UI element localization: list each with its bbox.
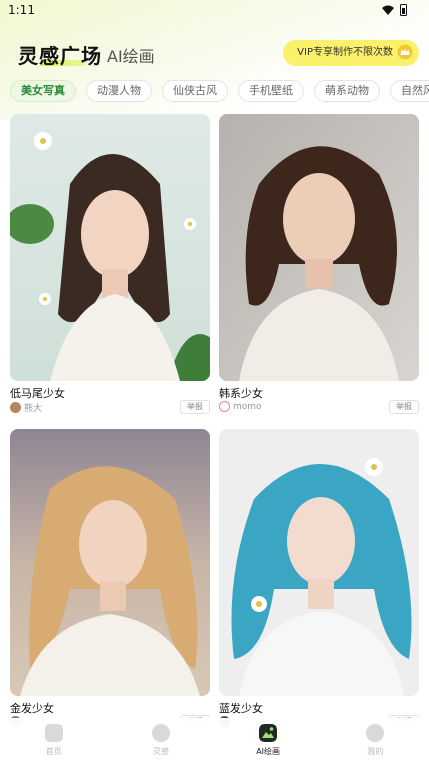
tab-ai-painting[interactable]: AI绘画 — [107, 43, 155, 67]
status-icons — [382, 4, 407, 16]
chip-xianxia-ancient[interactable]: 仙侠古风 — [162, 80, 228, 102]
chip-nature-scenery[interactable]: 自然风景 — [390, 80, 429, 102]
avatar — [219, 401, 230, 412]
bottom-navigation: 首页 灵感 AI绘画 我的 — [0, 718, 429, 764]
chip-cute-animals[interactable]: 萌系动物 — [314, 80, 380, 102]
status-time: 1:11 — [8, 3, 35, 17]
card-title: 低马尾少女 — [10, 387, 65, 400]
chip-anime-characters[interactable]: 动漫人物 — [86, 80, 152, 102]
page-title[interactable]: 灵感广场 — [18, 40, 102, 69]
report-button[interactable]: 举报 — [180, 400, 210, 414]
nav-home[interactable]: 首页 — [19, 718, 89, 764]
avatar — [10, 402, 21, 413]
card-title: 蓝发少女 — [219, 702, 263, 715]
status-bar: 1:11 — [0, 0, 429, 22]
crown-icon — [397, 44, 413, 60]
ai-painting-icon — [259, 724, 278, 742]
nav-ai-painting[interactable]: AI绘画 — [233, 718, 303, 764]
nav-label: 首页 — [45, 747, 62, 756]
vip-banner-label: VIP专享制作不限次数 — [297, 47, 393, 58]
card-author: momo — [219, 401, 262, 412]
artwork-image[interactable] — [10, 114, 210, 381]
nav-inspiration[interactable]: 灵感 — [126, 718, 196, 764]
card-title: 韩系少女 — [219, 387, 263, 400]
nav-label: 我的 — [367, 747, 384, 756]
card-title: 金发少女 — [10, 702, 54, 715]
nav-profile[interactable]: 我的 — [340, 718, 410, 764]
artwork-image[interactable] — [10, 429, 210, 696]
home-icon — [44, 724, 63, 742]
artwork-image[interactable] — [219, 429, 419, 696]
card-author: 熊大 — [10, 401, 42, 414]
artwork-image[interactable] — [219, 114, 419, 381]
author-name: momo — [233, 401, 262, 412]
page-header: 灵感广场 AI绘画 VIP专享制作不限次数 — [0, 36, 429, 72]
vip-banner-button[interactable]: VIP专享制作不限次数 — [283, 40, 419, 66]
category-chips: 美女写真 动漫人物 仙侠古风 手机壁纸 萌系动物 自然风景 — [10, 80, 429, 102]
nav-label: AI绘画 — [256, 747, 281, 756]
wifi-icon — [382, 5, 394, 15]
profile-icon — [366, 724, 385, 742]
chip-phone-wallpaper[interactable]: 手机壁纸 — [238, 80, 304, 102]
report-button[interactable]: 举报 — [389, 400, 419, 414]
inspiration-icon — [151, 724, 170, 742]
battery-icon — [400, 4, 407, 16]
nav-label: 灵感 — [152, 747, 169, 756]
chip-beauty-portrait[interactable]: 美女写真 — [10, 80, 76, 102]
author-name: 熊大 — [24, 404, 43, 414]
